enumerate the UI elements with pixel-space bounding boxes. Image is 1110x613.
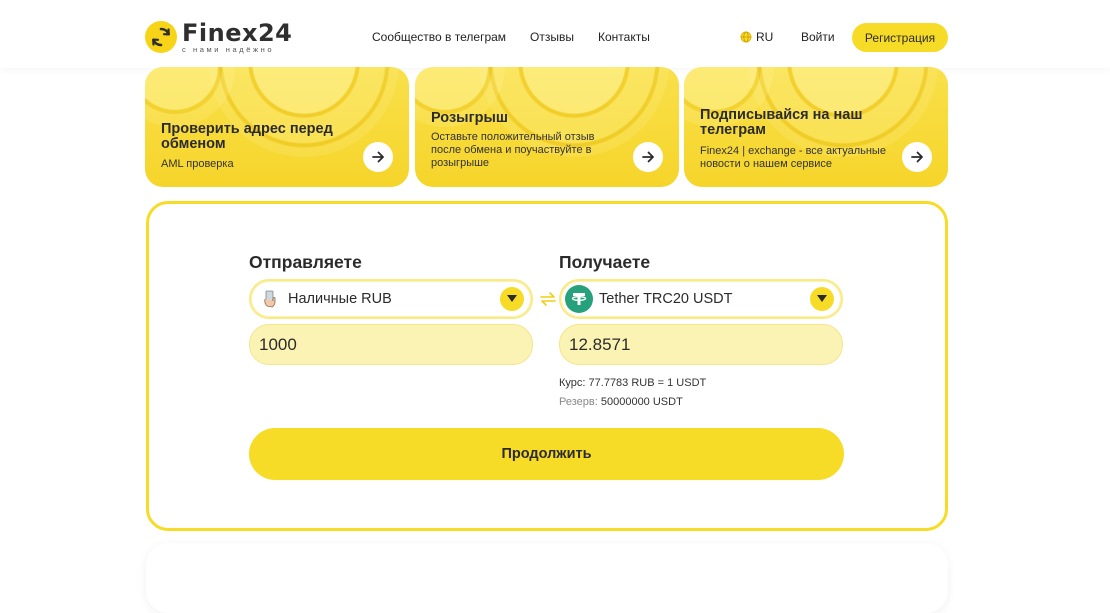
send-currency-label: Наличные RUB: [288, 291, 392, 307]
reserve-value: 50000000 USDT: [600, 396, 683, 408]
reserve-label: Резерв:: [559, 396, 598, 408]
continue-button[interactable]: Продолжить: [249, 428, 844, 480]
promo-card-giveaway[interactable]: Розыгрыш Оставьте положительный отзыв по…: [415, 67, 679, 187]
chevron-down-icon[interactable]: [500, 287, 524, 311]
nav-reviews[interactable]: Отзывы: [530, 30, 574, 44]
receive-currency-label: Tether TRC20 USDT: [599, 291, 733, 307]
promo-title: Розыгрыш: [431, 110, 508, 126]
receive-label: Получаете: [559, 252, 651, 272]
language-label: RU: [756, 30, 774, 44]
reserve-info: Резерв: 50000000 USDT: [559, 396, 683, 408]
rate-value: 77.7783 RUB = 1 USDT: [588, 377, 707, 389]
login-link[interactable]: Войти: [801, 30, 835, 44]
arrow-right-icon[interactable]: [633, 142, 663, 172]
exchange-panel: Отправляете Получаете Наличные RUB Tethe…: [146, 201, 948, 531]
brand-name: Finex24: [182, 18, 293, 47]
receive-amount-input[interactable]: 12.8571: [559, 324, 843, 365]
exchange-rate: Курс: 77.7783 RUB = 1 USDT: [559, 377, 706, 389]
globe-icon: [740, 31, 752, 43]
nav-telegram-community[interactable]: Сообщество в телеграм: [372, 30, 506, 44]
chevron-down-icon[interactable]: [810, 287, 834, 311]
main-nav: Сообщество в телеграм Отзывы Контакты: [372, 30, 650, 44]
coin-decoration: [145, 67, 235, 127]
arrow-right-icon[interactable]: [363, 142, 393, 172]
promo-desc: Finex24 | exchange - все актуальные ново…: [700, 145, 886, 170]
send-amount-input[interactable]: 1000: [249, 324, 533, 365]
receive-currency-select[interactable]: Tether TRC20 USDT: [559, 279, 843, 319]
site-header: Finex24 с нами надёжно Сообщество в теле…: [0, 0, 1110, 68]
promo-desc: Оставьте положительный отзыв после обмен…: [431, 131, 595, 169]
promo-card-telegram[interactable]: Подписывайся на наш телеграм Finex24 | e…: [684, 67, 948, 187]
brand-tagline: с нами надёжно: [182, 44, 275, 54]
promo-title: Подписывайся на наш телеграм: [700, 107, 863, 138]
tether-icon: [565, 285, 593, 313]
swap-arrows-icon[interactable]: [538, 289, 558, 309]
language-switcher[interactable]: RU: [740, 30, 773, 44]
promo-title: Проверить адрес перед обменом: [161, 121, 333, 152]
refresh-circle-icon: [145, 21, 177, 53]
send-currency-select[interactable]: Наличные RUB: [249, 279, 533, 319]
arrow-right-icon[interactable]: [902, 142, 932, 172]
logo[interactable]: Finex24 с нами надёжно: [145, 20, 292, 54]
send-label: Отправляете: [249, 252, 362, 272]
promo-desc: AML проверка: [161, 158, 234, 170]
promo-card-aml[interactable]: Проверить адрес перед обменом AML провер…: [145, 67, 409, 187]
lower-section: [146, 543, 948, 613]
register-button[interactable]: Регистрация: [852, 23, 948, 52]
rate-label: Курс:: [559, 377, 586, 389]
cash-hand-icon: [261, 289, 279, 309]
nav-contacts[interactable]: Контакты: [598, 30, 650, 44]
